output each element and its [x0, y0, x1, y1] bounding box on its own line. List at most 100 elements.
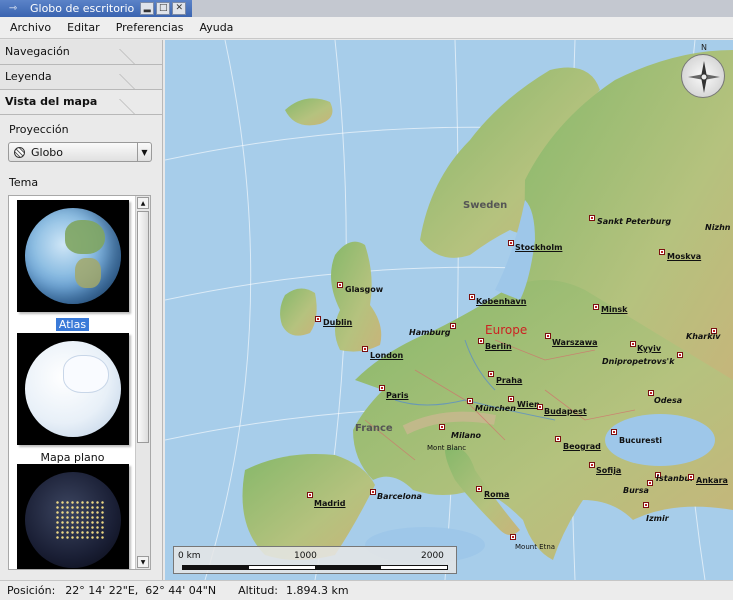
city-label: Nizhn [705, 223, 731, 232]
altitude-value: 1.894.3 km [286, 584, 349, 597]
minimize-button[interactable]: ▂ [140, 2, 155, 15]
menu-ayuda[interactable]: Ayuda [191, 21, 241, 34]
city-marker[interactable] [611, 429, 617, 435]
city-marker[interactable] [379, 385, 385, 391]
region-label: France [355, 423, 393, 434]
city-marker[interactable] [545, 333, 551, 339]
menu-preferencias[interactable]: Preferencias [108, 21, 192, 34]
city-marker[interactable] [362, 346, 368, 352]
city-marker[interactable] [555, 436, 561, 442]
city-label: Izmir [646, 514, 669, 523]
city-marker[interactable] [370, 489, 376, 495]
window-menu-icon[interactable]: ⇾ [0, 0, 26, 17]
city-marker[interactable] [510, 534, 516, 540]
city-marker[interactable] [589, 462, 595, 468]
theme-scrollbar[interactable]: ▲ ▼ [135, 196, 150, 569]
scroll-up-icon[interactable]: ▲ [137, 197, 149, 209]
menu-archivo[interactable]: Archivo [2, 21, 59, 34]
compass-north-label: N [701, 43, 707, 52]
tab-leyenda[interactable]: Leyenda [0, 65, 162, 90]
map-canvas [165, 40, 733, 580]
scale-label: 2000 [421, 551, 444, 561]
scale-line [182, 565, 448, 570]
city-label: Moskva [667, 252, 702, 261]
city-marker[interactable] [476, 486, 482, 492]
city-marker[interactable] [488, 371, 494, 377]
close-button[interactable]: ✕ [172, 2, 187, 15]
city-marker[interactable] [643, 502, 649, 508]
city-label: Praha [496, 376, 523, 385]
scale-label: 1000 [294, 551, 317, 561]
city-label: Warszawa [552, 338, 598, 347]
theme-thumbnail-night [16, 464, 129, 569]
city-marker[interactable] [589, 215, 595, 221]
theme-list[interactable]: Atlas Mapa plano ▲ ▼ [8, 195, 151, 570]
city-marker[interactable] [508, 240, 514, 246]
city-label: Dublin [323, 318, 353, 327]
city-marker[interactable] [677, 352, 683, 358]
position-label: Posición: [7, 584, 56, 597]
city-marker[interactable] [688, 474, 694, 480]
menu-editar[interactable]: Editar [59, 21, 108, 34]
projection-label: Proyección [9, 123, 69, 136]
city-marker[interactable] [337, 282, 343, 288]
title-bar-filler [192, 0, 733, 17]
city-marker[interactable] [537, 404, 543, 410]
theme-thumbnail-plain [16, 333, 129, 445]
city-label: Sofija [596, 466, 622, 475]
city-label: Minsk [601, 305, 628, 314]
city-marker[interactable] [659, 249, 665, 255]
city-marker[interactable] [630, 341, 636, 347]
city-marker[interactable] [315, 316, 321, 322]
theme-item-night[interactable] [9, 464, 136, 569]
mountain-label: Mount Etna [515, 543, 556, 551]
city-marker[interactable] [593, 304, 599, 310]
scroll-down-icon[interactable]: ▼ [137, 556, 149, 568]
city-marker[interactable] [307, 492, 313, 498]
city-label: Stockholm [515, 243, 563, 252]
city-label: Milano [451, 431, 482, 440]
map-view[interactable]: Sweden France Europe Sankt Peterburg Sto… [165, 40, 733, 580]
scale-label: 0 km [178, 551, 201, 561]
title-bar: ⇾ Globo de escritorio ▂ □ ✕ [0, 0, 733, 17]
city-label: Bucuresti [619, 436, 662, 445]
region-label: Sweden [463, 200, 508, 211]
city-marker[interactable] [467, 398, 473, 404]
continent-label: Europe [485, 323, 528, 337]
compass-icon[interactable] [681, 54, 725, 98]
globe-icon [14, 146, 25, 158]
projection-value: Globo [31, 145, 64, 159]
city-label: Hamburg [409, 328, 451, 337]
theme-item-mapa-plano[interactable]: Mapa plano [9, 333, 136, 464]
theme-caption: Mapa plano [40, 451, 105, 464]
city-label: Dnipropetrovs'k [602, 357, 675, 366]
city-label: København [476, 297, 527, 306]
theme-label: Tema [9, 176, 39, 189]
city-marker[interactable] [508, 396, 514, 402]
city-label: Beograd [563, 442, 601, 451]
city-marker[interactable] [478, 338, 484, 344]
city-label: London [370, 351, 404, 360]
city-label: Budapest [544, 407, 587, 416]
city-label: Odesa [654, 396, 683, 405]
position-value: 22° 14' 22"E, 62° 44' 04"N [65, 584, 217, 597]
city-label: München [475, 404, 516, 413]
tab-vista-del-mapa[interactable]: Vista del mapa [0, 90, 162, 115]
maximize-button[interactable]: □ [156, 2, 171, 15]
chevron-down-icon[interactable]: ▼ [137, 143, 151, 161]
theme-thumbnail-atlas [16, 200, 129, 312]
scrollbar-thumb[interactable] [137, 211, 149, 443]
city-label: Madrid [314, 499, 346, 508]
theme-item-atlas[interactable]: Atlas [9, 200, 136, 331]
city-marker[interactable] [469, 294, 475, 300]
city-label: Kharkiv [686, 332, 721, 341]
tab-navegacion[interactable]: Navegación [0, 40, 162, 65]
scale-bar: 0 km 1000 2000 [173, 546, 457, 574]
projection-select[interactable]: Globo ▼ [8, 142, 152, 162]
menu-bar: Archivo Editar Preferencias Ayuda [0, 17, 733, 39]
mountain-label: Mont Blanc [427, 444, 467, 452]
city-label: Ankara [696, 476, 728, 485]
theme-caption: Atlas [55, 318, 90, 331]
city-label: Barcelona [377, 492, 422, 501]
city-marker[interactable] [439, 424, 445, 430]
